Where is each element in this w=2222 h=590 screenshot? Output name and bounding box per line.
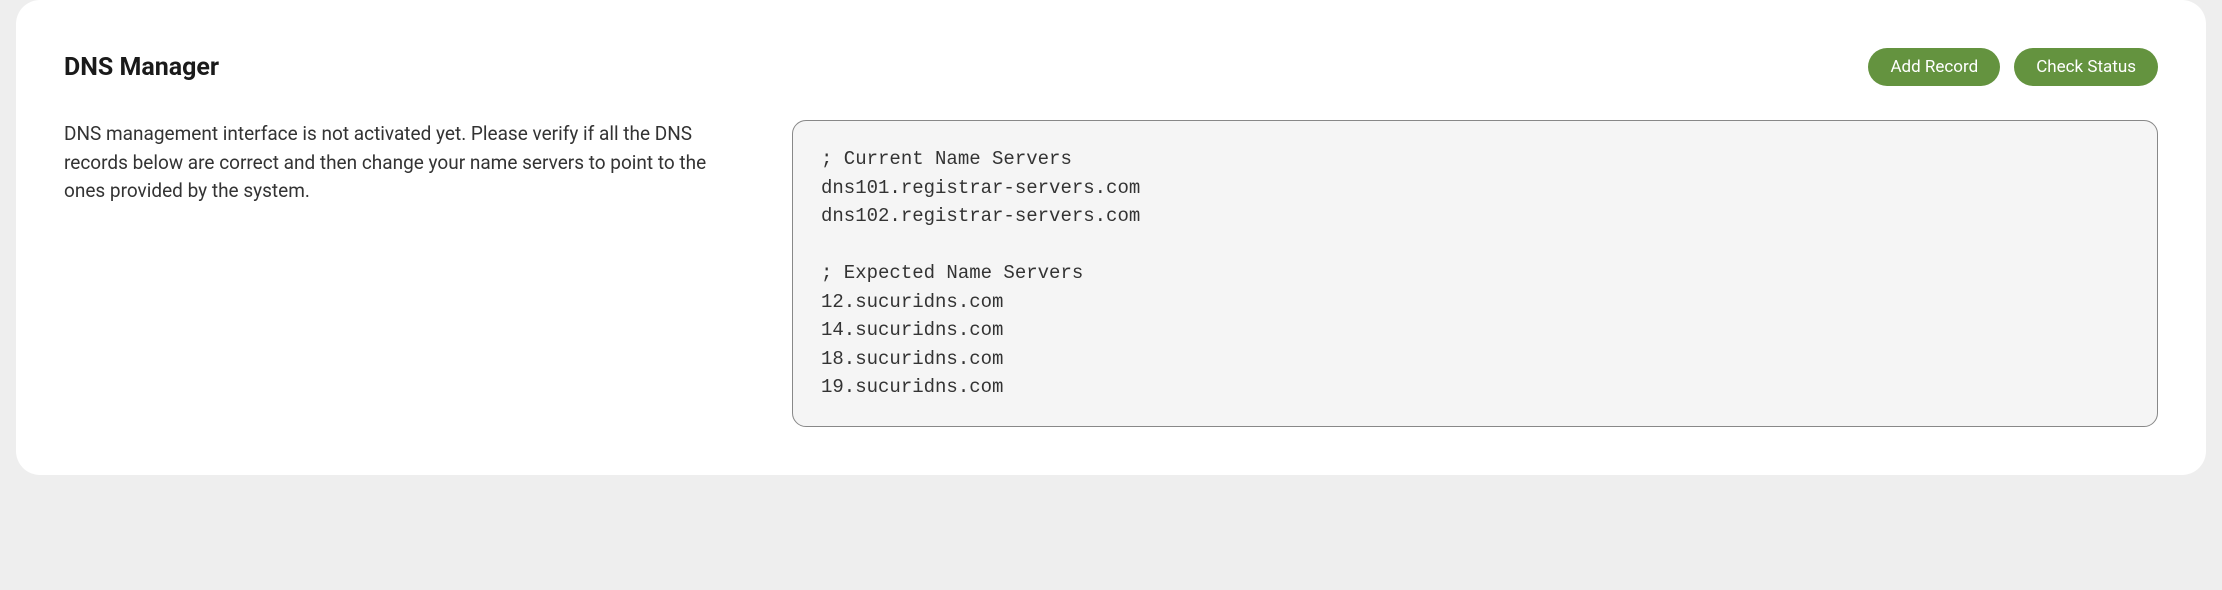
check-status-button[interactable]: Check Status bbox=[2014, 48, 2158, 86]
header-row: DNS Manager Add Record Check Status bbox=[64, 48, 2158, 86]
dns-manager-card: DNS Manager Add Record Check Status DNS … bbox=[16, 0, 2206, 475]
button-group: Add Record Check Status bbox=[1868, 48, 2158, 86]
page-title: DNS Manager bbox=[64, 53, 219, 82]
add-record-button[interactable]: Add Record bbox=[1868, 48, 2000, 86]
description-text: DNS management interface is not activate… bbox=[64, 120, 744, 206]
content-row: DNS management interface is not activate… bbox=[64, 120, 2158, 427]
nameserver-code-block: ; Current Name Servers dns101.registrar-… bbox=[792, 120, 2158, 427]
